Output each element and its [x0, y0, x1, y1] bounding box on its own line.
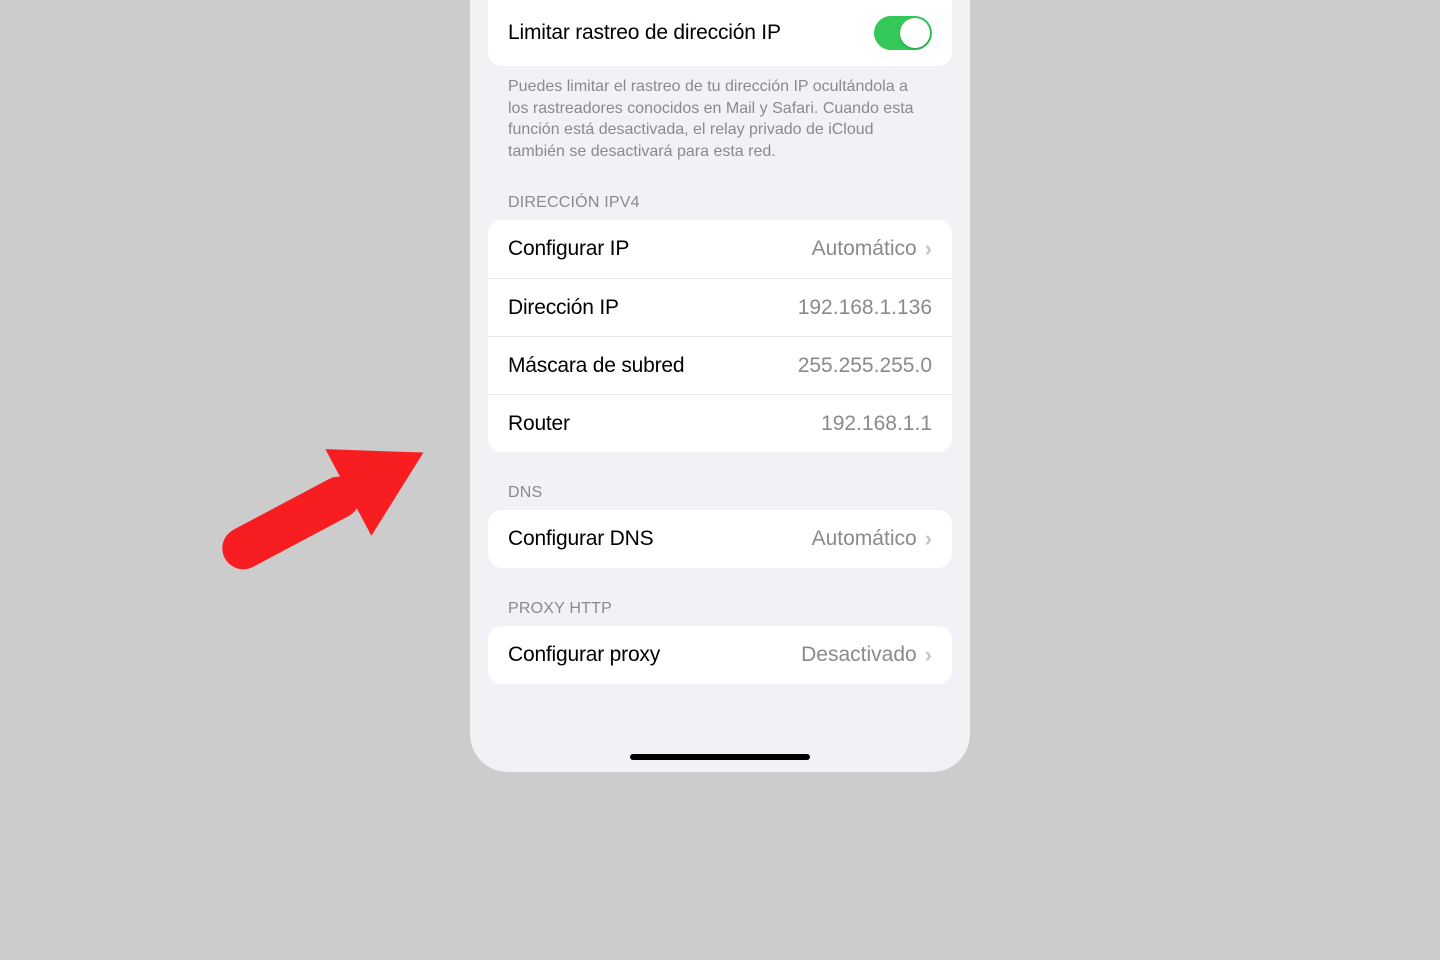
tracking-footer-text: Puedes limitar el rastreo de tu direcció…: [470, 66, 970, 162]
toggle-knob-icon: [900, 18, 930, 48]
chevron-right-icon: ›: [925, 644, 932, 666]
limit-ip-tracking-toggle[interactable]: [874, 16, 932, 50]
configure-ip-value-text: Automático: [812, 237, 917, 261]
proxy-section-header: PROXY HTTP: [470, 568, 970, 626]
router-label: Router: [508, 412, 570, 436]
configure-dns-value-text: Automático: [812, 527, 917, 551]
configure-ip-value: Automático ›: [812, 237, 932, 261]
dns-section-header: DNS: [470, 452, 970, 510]
configure-proxy-value-text: Desactivado: [801, 643, 917, 667]
ip-address-row: Dirección IP 192.168.1.136: [488, 278, 952, 336]
subnet-mask-row: Máscara de subred 255.255.255.0: [488, 336, 952, 394]
configure-proxy-row[interactable]: Configurar proxy Desactivado ›: [488, 626, 952, 684]
home-indicator-icon: [630, 754, 810, 760]
tracking-card: Limitar rastreo de dirección IP: [488, 0, 952, 66]
ipv4-card: Configurar IP Automático › Dirección IP …: [488, 220, 952, 452]
chevron-right-icon: ›: [925, 528, 932, 550]
configure-dns-row[interactable]: Configurar DNS Automático ›: [488, 510, 952, 568]
router-row: Router 192.168.1.1: [488, 394, 952, 452]
configure-dns-label: Configurar DNS: [508, 527, 653, 551]
configure-ip-label: Configurar IP: [508, 237, 629, 261]
ip-address-label: Dirección IP: [508, 296, 619, 320]
configure-proxy-value: Desactivado ›: [801, 643, 932, 667]
chevron-right-icon: ›: [925, 238, 932, 260]
ipv4-section-header: DIRECCIÓN IPV4: [470, 162, 970, 220]
limit-ip-tracking-label: Limitar rastreo de dirección IP: [508, 21, 781, 45]
proxy-card: Configurar proxy Desactivado ›: [488, 626, 952, 684]
configure-ip-row[interactable]: Configurar IP Automático ›: [488, 220, 952, 278]
limit-ip-tracking-row[interactable]: Limitar rastreo de dirección IP: [488, 0, 952, 66]
subnet-mask-label: Máscara de subred: [508, 354, 684, 378]
ip-address-value: 192.168.1.136: [798, 296, 932, 320]
configure-dns-value: Automático ›: [812, 527, 932, 551]
configure-proxy-label: Configurar proxy: [508, 643, 660, 667]
subnet-mask-value: 255.255.255.0: [798, 354, 932, 378]
settings-panel: Limitar rastreo de dirección IP Puedes l…: [470, 0, 970, 772]
annotation-arrow-icon: [190, 418, 450, 588]
dns-card: Configurar DNS Automático ›: [488, 510, 952, 568]
router-value: 192.168.1.1: [821, 412, 932, 436]
